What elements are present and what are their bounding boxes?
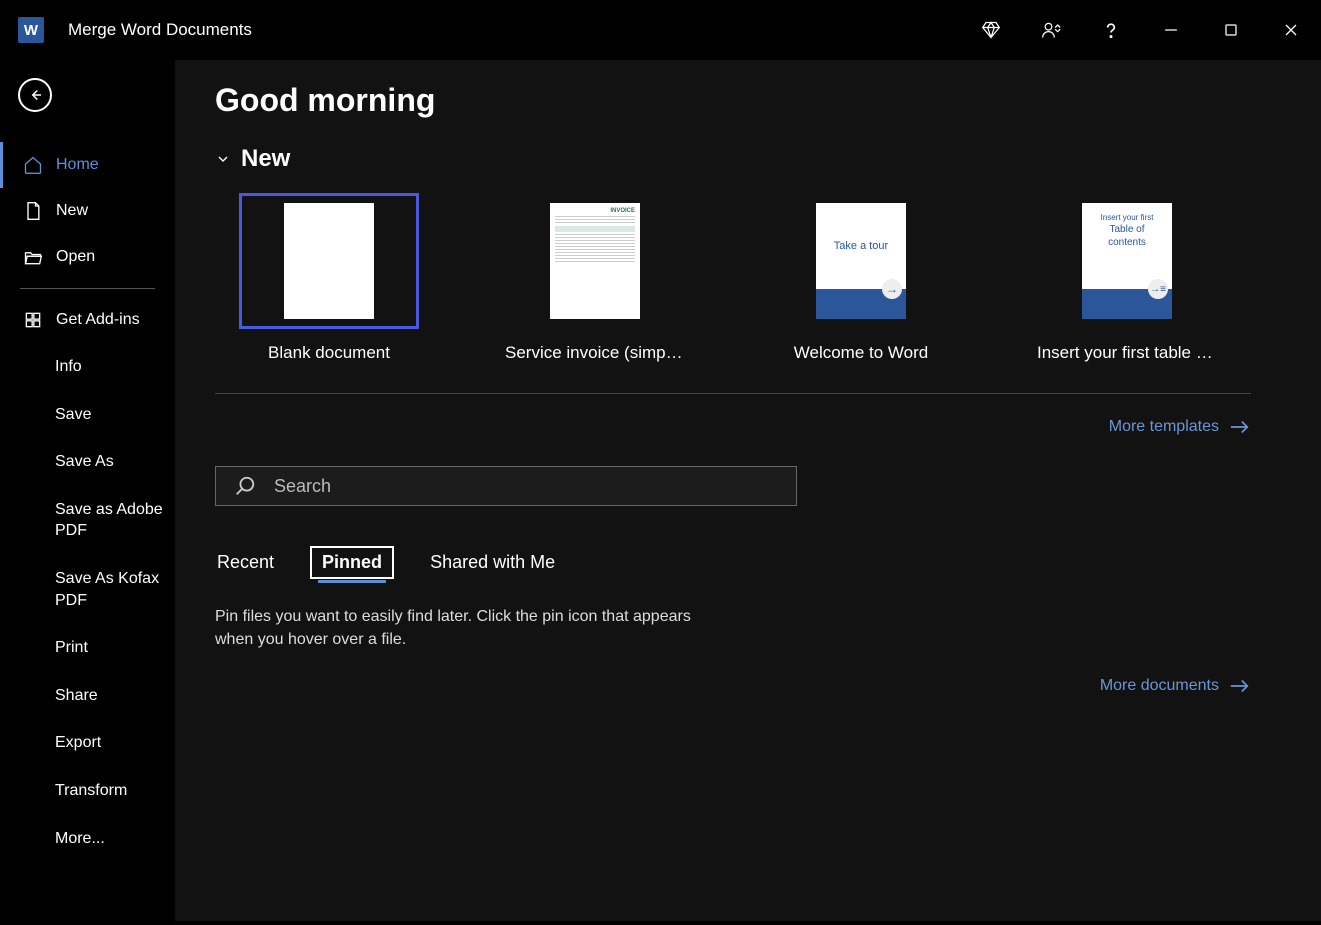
sidebar-label: Open <box>56 248 95 266</box>
arrow-right-icon <box>1229 419 1251 435</box>
sidebar-info[interactable]: Info <box>0 343 175 391</box>
folder-open-icon <box>22 247 44 267</box>
template-welcome-to-word[interactable]: Take a tour → Welcome to Word <box>771 193 951 363</box>
sidebar-transform[interactable]: Transform <box>0 767 175 815</box>
sidebar-label: Home <box>56 156 99 174</box>
template-blank-document[interactable]: Blank document <box>239 193 419 363</box>
template-label: Insert your first table of con… <box>1037 343 1217 363</box>
sidebar-label: New <box>56 202 88 220</box>
pinned-empty-message: Pin files you want to easily find later.… <box>215 605 705 651</box>
tab-recent[interactable]: Recent <box>215 548 276 577</box>
new-section-title: New <box>241 145 290 173</box>
sidebar-get-addins[interactable]: Get Add-ins <box>0 297 175 343</box>
minimize-button[interactable] <box>1141 0 1201 60</box>
chevron-down-icon <box>215 151 231 167</box>
search-box[interactable] <box>215 466 797 506</box>
sidebar-export[interactable]: Export <box>0 719 175 767</box>
sidebar-save[interactable]: Save <box>0 391 175 439</box>
new-doc-icon <box>22 201 44 221</box>
template-service-invoice[interactable]: INVOICE Service invoice (simple line… <box>505 193 685 363</box>
sidebar-save-kofax-pdf[interactable]: Save As Kofax PDF <box>0 555 175 624</box>
account-area <box>753 12 943 48</box>
template-label: Blank document <box>239 343 419 363</box>
help-icon[interactable] <box>1081 0 1141 60</box>
premium-icon[interactable] <box>961 0 1021 60</box>
template-label: Welcome to Word <box>771 343 951 363</box>
search-icon <box>234 475 256 497</box>
sidebar-more[interactable]: More... <box>0 815 175 863</box>
account-icon[interactable] <box>1021 0 1081 60</box>
arrow-right-icon: → <box>882 279 902 299</box>
document-title: Merge Word Documents <box>68 20 252 40</box>
greeting-heading: Good morning <box>215 82 1251 119</box>
sidebar-open[interactable]: Open <box>0 234 175 280</box>
sidebar-save-adobe-pdf[interactable]: Save as Adobe PDF <box>0 486 175 555</box>
sidebar-home[interactable]: Home <box>0 142 175 188</box>
more-templates-link[interactable]: More templates <box>215 418 1251 436</box>
back-button[interactable] <box>18 78 52 112</box>
sidebar-share[interactable]: Share <box>0 672 175 720</box>
addins-icon <box>22 310 44 330</box>
word-app-icon: W <box>18 17 44 43</box>
sidebar-save-as[interactable]: Save As <box>0 438 175 486</box>
tab-shared-with-me[interactable]: Shared with Me <box>428 548 557 577</box>
search-input[interactable] <box>274 476 778 497</box>
arrow-right-icon <box>1229 678 1251 694</box>
more-documents-link[interactable]: More documents <box>215 677 1251 695</box>
template-label: Service invoice (simple line… <box>505 343 685 363</box>
template-table-of-contents[interactable]: Insert your first Table of contents →≡ I… <box>1037 193 1217 363</box>
new-section-toggle[interactable]: New <box>215 145 1251 173</box>
toc-arrow-icon: →≡ <box>1148 279 1168 299</box>
maximize-button[interactable] <box>1201 0 1261 60</box>
sidebar-label: Get Add-ins <box>56 311 140 329</box>
tab-pinned[interactable]: Pinned <box>310 546 394 579</box>
sidebar-print[interactable]: Print <box>0 624 175 672</box>
close-button[interactable] <box>1261 0 1321 60</box>
home-icon <box>22 155 44 175</box>
sidebar-new[interactable]: New <box>0 188 175 234</box>
